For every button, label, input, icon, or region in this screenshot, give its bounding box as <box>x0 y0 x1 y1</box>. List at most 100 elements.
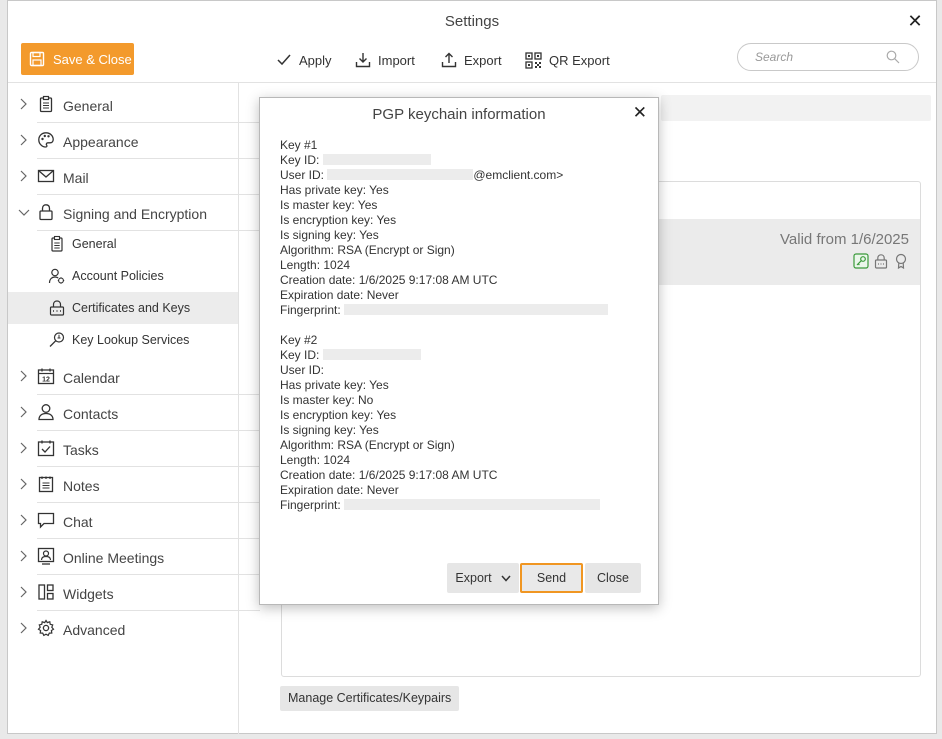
chevron-right-icon[interactable] <box>19 134 27 146</box>
sidebar-category-signing-encryption[interactable]: Signing and Encryption <box>8 196 260 232</box>
key2-user-id: User ID: <box>280 363 325 377</box>
sidebar-category-contacts[interactable]: Contacts <box>8 396 260 432</box>
export-button[interactable]: Export <box>441 49 502 71</box>
key1-user-label: User ID: <box>280 168 325 182</box>
certificate-lock-icon <box>49 300 65 316</box>
search-input[interactable] <box>755 49 885 65</box>
chevron-right-icon[interactable] <box>19 170 27 182</box>
sidebar-category-chat[interactable]: Chat <box>8 504 260 540</box>
lock-icon <box>39 204 53 221</box>
calendar-icon: 12 <box>37 368 55 385</box>
key1-private: Has private key: Yes <box>280 183 389 197</box>
sidebar-category-label: Chat <box>63 514 93 530</box>
sidebar-category-general[interactable]: General <box>8 88 260 124</box>
sidebar-category-advanced[interactable]: Advanced <box>8 612 260 648</box>
sidebar-category-mail[interactable]: Mail <box>8 160 260 196</box>
sidebar-category-label: Mail <box>63 170 89 186</box>
key2-signing: Is signing key: Yes <box>280 423 379 437</box>
chevron-down-icon[interactable] <box>18 208 30 216</box>
sidebar-category-widgets[interactable]: Widgets <box>8 576 260 612</box>
key1-id-label: Key ID: <box>280 153 320 167</box>
key2-algorithm: Algorithm: RSA (Encrypt or Sign) <box>280 438 455 452</box>
chevron-right-icon[interactable] <box>19 622 27 634</box>
key2-id-label: Key ID: <box>280 348 320 362</box>
export-button-label: Export <box>455 571 492 585</box>
sidebar-category-online-meetings[interactable]: Online Meetings <box>8 540 260 576</box>
sidebar-category-tasks[interactable]: Tasks <box>8 432 260 468</box>
window-close-icon[interactable]: ✕ <box>906 12 924 30</box>
redacted-value <box>327 169 474 180</box>
sidebar-category-label: Online Meetings <box>63 550 165 566</box>
sidebar-subitem-certificates-keys[interactable]: Certificates and Keys <box>8 292 238 324</box>
key1-fingerprint-row: Fingerprint: <box>280 303 640 318</box>
chat-bubble-icon <box>37 512 55 529</box>
toolbar: Save & Close Apply Import Export QR Expo… <box>8 41 936 83</box>
dialog-title: PGP keychain information <box>372 106 546 123</box>
chevron-right-icon[interactable] <box>19 406 27 418</box>
checkmark-icon <box>277 54 291 66</box>
save-close-button[interactable]: Save & Close <box>21 43 134 75</box>
manage-certificates-button[interactable]: Manage Certificates/Keypairs <box>280 686 460 711</box>
key1-signing: Is signing key: Yes <box>280 228 379 242</box>
chevron-right-icon[interactable] <box>19 586 27 598</box>
dialog-close-icon[interactable]: ✕ <box>633 104 647 122</box>
chevron-right-icon[interactable] <box>19 514 27 526</box>
import-icon <box>355 53 371 68</box>
send-button[interactable]: Send <box>520 563 583 593</box>
sidebar-category-label: Calendar <box>63 370 120 386</box>
search-icon[interactable] <box>886 50 900 64</box>
floppy-disk-icon <box>29 51 45 67</box>
content-header-bar <box>661 95 931 121</box>
key1-length: Length: 1024 <box>280 258 351 272</box>
redacted-value <box>322 349 421 360</box>
key2-private: Has private key: Yes <box>280 378 389 392</box>
chevron-right-icon[interactable] <box>19 370 27 382</box>
key2-heading: Key #2 <box>280 333 318 347</box>
redacted-value <box>344 304 609 315</box>
divider <box>37 466 260 467</box>
sidebar-subitem-label: Account Policies <box>72 269 164 283</box>
import-button[interactable]: Import <box>355 49 415 71</box>
person-icon <box>38 404 54 421</box>
divider <box>37 430 260 431</box>
calendar-icon-day: 12 <box>42 376 50 383</box>
qr-export-label: QR Export <box>549 52 610 68</box>
qr-code-icon <box>525 51 542 69</box>
widgets-icon <box>38 584 54 600</box>
sidebar-subitem-label: Key Lookup Services <box>72 333 190 347</box>
sidebar-category-calendar[interactable]: 12 Calendar <box>8 360 260 396</box>
close-button[interactable]: Close <box>585 563 641 593</box>
certificate-valid-text: Valid from 1/6/2025 <box>780 231 909 248</box>
chevron-right-icon[interactable] <box>19 550 27 562</box>
settings-sidebar: General Appearance Mail Signing and Encr… <box>8 83 260 734</box>
divider <box>37 158 260 159</box>
import-label: Import <box>378 52 415 68</box>
chevron-right-icon[interactable] <box>19 442 27 454</box>
sidebar-subitem-label: Certificates and Keys <box>72 301 191 315</box>
chevron-right-icon[interactable] <box>19 478 27 490</box>
sidebar-category-notes[interactable]: Notes <box>8 468 260 504</box>
sidebar-subitem-key-lookup[interactable]: Key Lookup Services <box>8 324 238 356</box>
chevron-right-icon[interactable] <box>19 98 27 110</box>
sidebar-category-label: Advanced <box>63 622 126 638</box>
sidebar-subitem-account-policies[interactable]: Account Policies <box>8 260 238 292</box>
export-dropdown-button[interactable]: Export <box>447 563 519 593</box>
sidebar-category-label: Tasks <box>63 442 99 458</box>
sidebar-category-appearance[interactable]: Appearance <box>8 124 260 160</box>
key1-encryption: Is encryption key: Yes <box>280 213 397 227</box>
sidebar-subitem-label: General <box>72 237 117 251</box>
chevron-down-icon <box>501 575 511 582</box>
account-policy-icon <box>48 268 65 284</box>
qr-export-button[interactable]: QR Export <box>525 49 610 71</box>
sidebar-subitem-general[interactable]: General <box>8 228 238 260</box>
envelope-icon <box>37 169 55 183</box>
certificate-status-icons <box>853 253 909 269</box>
divider <box>37 122 260 123</box>
redacted-value <box>344 499 601 510</box>
key1-user-email-suffix: @emclient.com> <box>473 168 564 182</box>
key2-fingerprint-label: Fingerprint: <box>280 498 341 512</box>
key1-heading: Key #1 <box>280 138 318 152</box>
apply-button[interactable]: Apply <box>276 49 332 71</box>
meeting-icon <box>37 547 55 565</box>
